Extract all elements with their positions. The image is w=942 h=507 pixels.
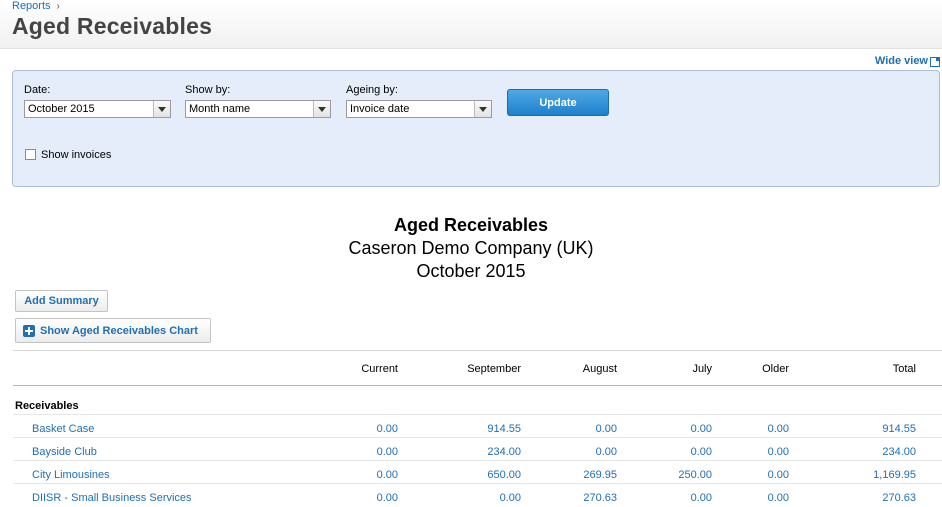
table-row: Basket Case 0.00 914.55 0.00 0.00 0.00 9… xyxy=(13,414,942,438)
table-row: Bayside Club 0.00 234.00 0.00 0.00 0.00 … xyxy=(13,437,942,461)
group-heading-receivables: Receivables xyxy=(15,400,79,412)
amount-cell[interactable]: 269.95 xyxy=(583,469,617,481)
amount-cell[interactable]: 234.00 xyxy=(487,446,521,458)
amount-cell[interactable]: 0.00 xyxy=(768,423,789,435)
contact-link[interactable]: City Limousines xyxy=(32,469,110,481)
amount-cell[interactable]: 914.55 xyxy=(882,423,916,435)
chevron-down-icon xyxy=(313,101,330,117)
show-chart-button[interactable]: Show Aged Receivables Chart xyxy=(15,318,211,343)
show-by-label: Show by: xyxy=(185,84,231,96)
show-invoices-label: Show invoices xyxy=(41,149,112,161)
amount-cell[interactable]: 270.63 xyxy=(882,492,916,504)
amount-cell[interactable]: 1,169.95 xyxy=(873,469,916,481)
table-divider xyxy=(13,350,942,351)
report-company: Caseron Demo Company (UK) xyxy=(348,238,594,258)
amount-cell[interactable]: 0.00 xyxy=(500,492,521,504)
amount-cell[interactable]: 650.00 xyxy=(487,469,521,481)
column-header-current: Current xyxy=(361,363,398,375)
amount-cell[interactable]: 0.00 xyxy=(377,423,398,435)
show-by-select[interactable]: Month name xyxy=(185,100,331,118)
contact-link[interactable]: DIISR - Small Business Services xyxy=(32,492,192,504)
date-label: Date: xyxy=(24,84,51,96)
show-invoices-checkbox[interactable] xyxy=(25,149,36,160)
update-button[interactable]: Update xyxy=(507,89,609,116)
table-header-row: Current September August July Older Tota… xyxy=(13,352,942,386)
breadcrumb-reports-link[interactable]: Reports xyxy=(12,0,51,12)
report-period: October 2015 xyxy=(416,261,526,281)
amount-cell[interactable]: 234.00 xyxy=(882,446,916,458)
plus-icon xyxy=(23,325,35,337)
ageing-by-select[interactable]: Invoice date xyxy=(346,100,492,118)
chevron-down-icon xyxy=(153,101,170,117)
page-header: Reports › Aged Receivables xyxy=(0,0,942,49)
amount-cell[interactable]: 0.00 xyxy=(596,423,617,435)
amount-cell[interactable]: 914.55 xyxy=(487,423,521,435)
wide-view-label: Wide view xyxy=(874,55,928,67)
amount-cell[interactable]: 0.00 xyxy=(768,446,789,458)
amount-cell[interactable]: 0.00 xyxy=(768,492,789,504)
amount-cell[interactable]: 250.00 xyxy=(678,469,712,481)
date-select-value: October 2015 xyxy=(28,103,95,115)
column-header-july: July xyxy=(692,363,712,375)
chevron-down-icon xyxy=(474,101,491,117)
contact-link[interactable]: Bayside Club xyxy=(32,446,97,458)
page-title: Aged Receivables xyxy=(12,13,213,39)
expand-icon xyxy=(930,57,940,67)
column-header-september: September xyxy=(467,363,521,375)
ageing-by-label: Ageing by: xyxy=(346,84,398,96)
contact-link[interactable]: Basket Case xyxy=(32,423,94,435)
amount-cell[interactable]: 0.00 xyxy=(596,446,617,458)
amount-cell[interactable]: 0.00 xyxy=(377,469,398,481)
amount-cell[interactable]: 0.00 xyxy=(377,492,398,504)
column-header-total: Total xyxy=(892,363,916,375)
column-header-older: Older xyxy=(762,363,789,375)
show-by-select-value: Month name xyxy=(189,103,251,115)
amount-cell[interactable]: 270.63 xyxy=(583,492,617,504)
amount-cell[interactable]: 0.00 xyxy=(377,446,398,458)
show-chart-label: Show Aged Receivables Chart xyxy=(40,325,198,337)
table-row: DIISR - Small Business Services 0.00 0.0… xyxy=(13,483,942,507)
table-row: City Limousines 0.00 650.00 269.95 250.0… xyxy=(13,460,942,484)
column-header-august: August xyxy=(582,363,617,375)
report-title: Aged Receivables xyxy=(393,215,549,235)
date-select[interactable]: October 2015 xyxy=(24,100,171,118)
wide-view-link[interactable]: Wide view xyxy=(875,55,940,67)
amount-cell[interactable]: 0.00 xyxy=(768,469,789,481)
breadcrumb-separator: › xyxy=(56,1,60,12)
amount-cell[interactable]: 0.00 xyxy=(691,492,712,504)
amount-cell[interactable]: 0.00 xyxy=(691,423,712,435)
amount-cell[interactable]: 0.00 xyxy=(691,446,712,458)
filter-panel: Date: October 2015 Show by: Month name A… xyxy=(12,70,940,187)
add-summary-button[interactable]: Add Summary xyxy=(15,290,108,312)
ageing-by-select-value: Invoice date xyxy=(350,103,410,115)
breadcrumb: Reports › xyxy=(12,0,60,12)
